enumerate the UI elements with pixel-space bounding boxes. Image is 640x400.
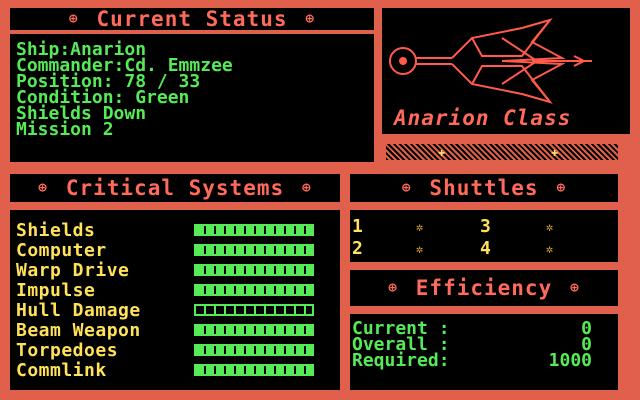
system-label: Beam Weapon <box>16 319 141 341</box>
efficiency-current-row: Current : 0 <box>352 318 592 339</box>
system-status-fill <box>196 366 312 374</box>
gear-dot-icon: ✲ <box>546 242 554 256</box>
system-status-fill <box>196 346 312 354</box>
ship-class-label: Anarion Class <box>394 106 572 130</box>
system-status-bar <box>194 344 314 356</box>
decorative-strip: ✚ ✚ <box>384 142 620 162</box>
shuttle-4[interactable]: 4 <box>480 238 491 259</box>
system-row: Shields <box>16 219 314 241</box>
status-lines: Ship:Anarion Commander:Cd. Emmzee Positi… <box>16 41 233 140</box>
shuttles-title: Shuttles <box>429 176 539 200</box>
system-row: Beam Weapon <box>16 319 314 341</box>
shuttle-3[interactable]: 3 <box>480 216 491 237</box>
systems-title-bar: ⊕ Critical Systems ⊕ <box>8 172 342 204</box>
system-label: Impulse <box>16 279 96 301</box>
system-row: Warp Drive <box>16 259 314 281</box>
diamond-dot-icon: ⊕ <box>556 180 567 196</box>
system-label: Torpedoes <box>16 339 119 361</box>
shuttle-1[interactable]: 1 <box>352 216 363 237</box>
system-row: Hull Damage <box>16 299 314 321</box>
ship-picture-panel: Anarion Class <box>380 6 632 136</box>
system-status-fill <box>196 266 312 274</box>
system-status-fill <box>196 246 312 254</box>
gear-dot-icon: ✲ <box>416 242 424 256</box>
diamond-dot-icon: ⊕ <box>388 280 398 296</box>
status-title: Current Status <box>96 7 288 31</box>
efficiency-title-bar: ⊕ Efficiency ⊕ <box>348 268 620 308</box>
shuttles-title-bar: ⊕ Shuttles ⊕ <box>348 172 620 204</box>
system-status-bar <box>194 224 314 236</box>
system-label: Commlink <box>16 359 107 381</box>
system-status-bar <box>194 304 314 316</box>
system-status-fill <box>196 326 312 334</box>
efficiency-overall-row: Overall : 0 <box>352 334 592 355</box>
system-status-bar <box>194 244 314 256</box>
diamond-dot-icon: ⊕ <box>305 11 315 27</box>
diamond-dot-icon: ⊕ <box>401 180 412 196</box>
system-status-bar <box>194 264 314 276</box>
systems-title: Critical Systems <box>65 176 285 200</box>
efficiency-title: Efficiency <box>415 276 553 300</box>
diamond-dot-icon: ⊕ <box>302 180 312 196</box>
status-title-bar: ⊕ Current Status ⊕ <box>8 6 376 32</box>
efficiency-required-row: Required: 1000 <box>352 350 592 371</box>
system-row: Computer <box>16 239 314 261</box>
system-row: Commlink <box>16 359 314 381</box>
mission-readout: Mission 2 <box>16 119 114 140</box>
system-label: Hull Damage <box>16 299 141 321</box>
system-label: Shields <box>16 219 96 241</box>
diamond-dot-icon: ✚ <box>438 145 446 159</box>
diamond-dot-icon: ⊕ <box>69 11 79 27</box>
system-label: Computer <box>16 239 107 261</box>
system-status-bar <box>194 284 314 296</box>
system-status-empty <box>196 306 312 314</box>
system-status-bar <box>194 364 314 376</box>
diamond-dot-icon: ✚ <box>551 145 559 159</box>
gear-dot-icon: ✲ <box>416 220 424 234</box>
system-status-fill <box>196 226 312 234</box>
system-status-bar <box>194 324 314 336</box>
system-row: Impulse <box>16 279 314 301</box>
shuttle-2[interactable]: 2 <box>352 238 363 259</box>
system-label: Warp Drive <box>16 259 130 281</box>
efficiency-required-label: Required: <box>352 350 450 371</box>
diamond-dot-icon: ⊕ <box>38 180 48 196</box>
efficiency-required-value: 1000 <box>548 350 592 371</box>
gear-dot-icon: ✲ <box>546 220 554 234</box>
system-row: Torpedoes <box>16 339 314 361</box>
system-status-fill <box>196 286 312 294</box>
diamond-dot-icon: ⊕ <box>570 280 580 296</box>
